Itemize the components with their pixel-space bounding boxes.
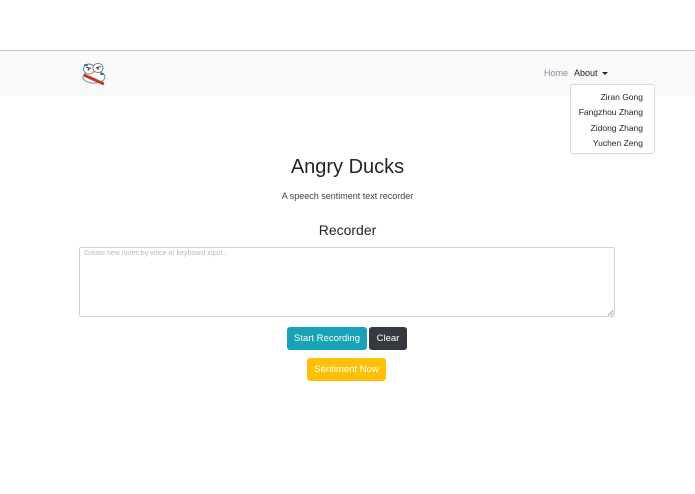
clear-button[interactable]: Clear: [369, 327, 407, 350]
about-dropdown-menu: Ziran Gong Fangzhou Zhang Zidong Zhang Y…: [570, 84, 655, 154]
recorder-heading: Recorder: [318, 222, 377, 238]
page-subtitle: A speech sentiment text recorder: [281, 191, 414, 201]
dropdown-item-zidong-zhang[interactable]: Zidong Zhang: [591, 123, 643, 133]
caret-down-icon: [601, 71, 608, 75]
sentiment-now-button[interactable]: Sentiment Now: [307, 358, 386, 381]
start-recording-button[interactable]: Start Recording: [287, 327, 367, 350]
dropdown-item-yuchen-zeng[interactable]: Yuchen Zeng: [593, 138, 643, 148]
page-title: Angry Ducks: [290, 156, 405, 178]
notes-textarea[interactable]: [79, 247, 615, 317]
dropdown-item-fangzhou-zhang[interactable]: Fangzhou Zhang: [579, 107, 643, 117]
nav-about-dropdown-toggle[interactable]: About: [574, 68, 608, 78]
dropdown-item-ziran-gong[interactable]: Ziran Gong: [600, 92, 643, 102]
nav-about-label: About: [574, 68, 598, 78]
angry-duck-logo-icon[interactable]: [79, 58, 109, 88]
top-blank-area: [0, 0, 695, 51]
nav-home-link[interactable]: Home: [544, 68, 568, 78]
